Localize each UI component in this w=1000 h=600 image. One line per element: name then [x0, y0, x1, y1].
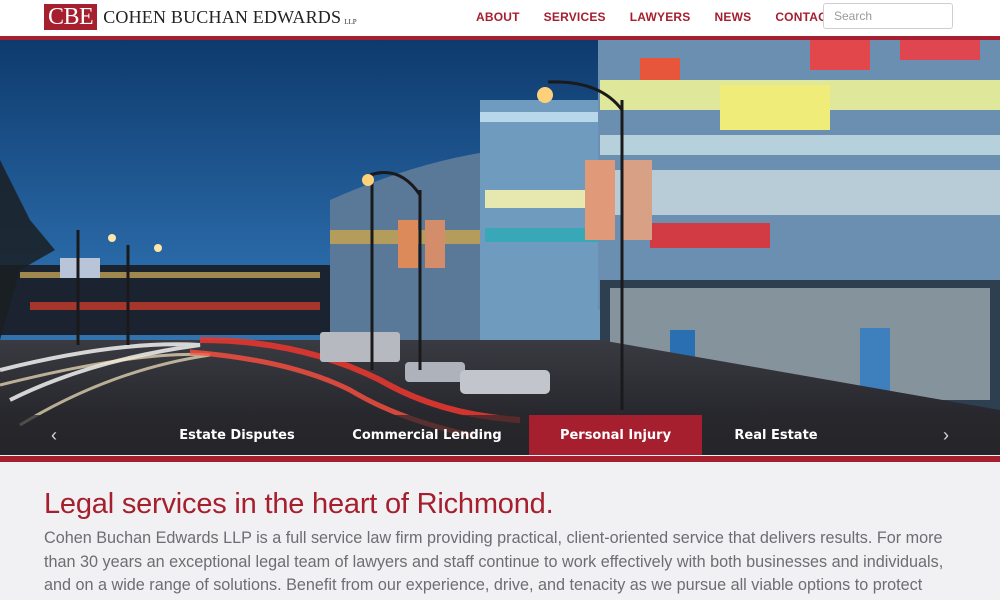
main-nav: ABOUT SERVICES LAWYERS NEWS CONTACT [476, 9, 858, 25]
nav-services[interactable]: SERVICES [544, 9, 606, 25]
tab-commercial-lending[interactable]: Commercial Lending [340, 415, 514, 455]
logo-suffix: LLP [344, 18, 357, 26]
chevron-left-icon: ‹ [51, 425, 57, 445]
tab-personal-injury[interactable]: Personal Injury [529, 415, 702, 455]
logo-mark: CBE [44, 4, 98, 30]
hero-image [0, 40, 1000, 455]
hero-bottom-accent-bar [0, 456, 1000, 462]
carousel-prev-button[interactable]: ‹ [42, 415, 66, 455]
intro-paragraph: Cohen Buchan Edwards LLP is a full servi… [44, 529, 944, 594]
nav-lawyers[interactable]: LAWYERS [630, 9, 691, 25]
hero-tab-bar: ‹ Estate Disputes Commercial Lending Per… [0, 415, 1000, 455]
logo-name: COHEN BUCHAN EDWARDS [103, 7, 342, 27]
search-input[interactable] [823, 3, 953, 29]
nav-news[interactable]: NEWS [715, 9, 752, 25]
carousel-next-button[interactable]: › [934, 415, 958, 455]
tab-real-estate[interactable]: Real Estate [718, 415, 834, 455]
chevron-right-icon: › [943, 425, 949, 445]
nav-about[interactable]: ABOUT [476, 9, 520, 25]
logo[interactable]: CBE COHEN BUCHAN EDWARDS LLP [44, 4, 357, 30]
site-header: CBE COHEN BUCHAN EDWARDS LLP ABOUT SERVI… [0, 0, 1000, 36]
tab-estate-disputes[interactable]: Estate Disputes [170, 415, 304, 455]
page-headline: Legal services in the heart of Richmond. [44, 488, 554, 520]
hero-carousel: ‹ Estate Disputes Commercial Lending Per… [0, 40, 1000, 455]
